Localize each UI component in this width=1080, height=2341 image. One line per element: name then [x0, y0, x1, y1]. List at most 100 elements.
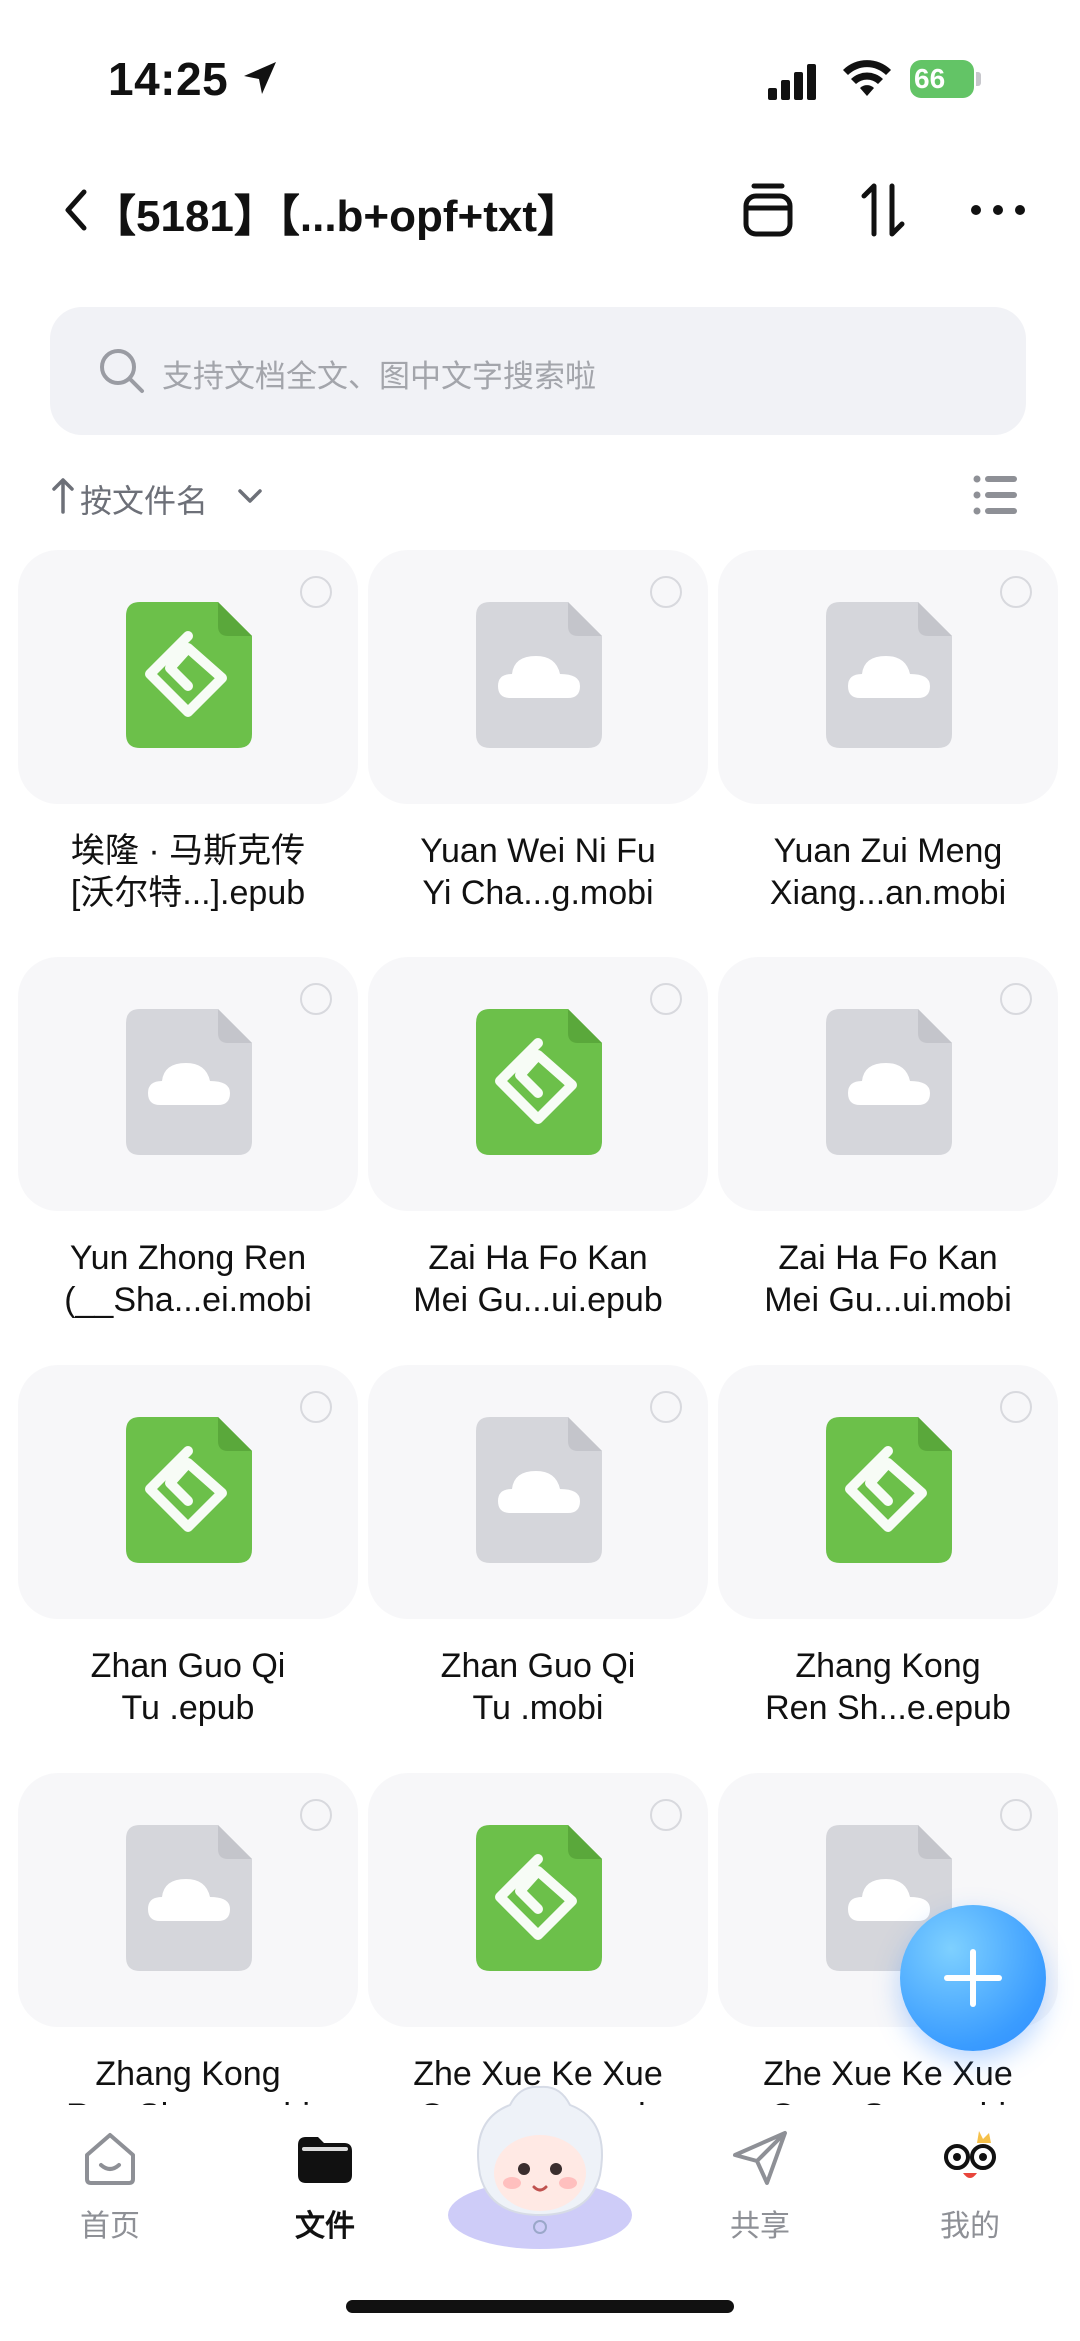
cloud-file-icon — [476, 1417, 602, 1563]
file-card[interactable] — [18, 550, 358, 804]
folder-icon — [298, 2137, 352, 2183]
sort-by-label[interactable]: 按文件名 — [80, 476, 208, 522]
file-card[interactable] — [718, 550, 1058, 804]
file-name-line1: Zhan Guo Qi — [440, 1647, 636, 1685]
file-name-line1: Yuan Wei Ni Fu — [420, 832, 656, 870]
sort-order-icon[interactable] — [852, 178, 916, 242]
profile-icon — [944, 2131, 996, 2178]
file-name-line1: Zai Ha Fo Kan — [428, 1239, 648, 1277]
back-chevron-icon[interactable] — [56, 182, 96, 238]
cloud-file-icon — [826, 1009, 952, 1155]
chevron-down-icon[interactable] — [236, 484, 264, 508]
cellular-signal-icon — [768, 64, 816, 100]
file-card[interactable] — [368, 1773, 708, 2027]
file-name: Zhan Guo Qi Tu .epub — [8, 1645, 368, 1729]
epub-file-icon — [476, 1009, 602, 1155]
arrow-up-icon[interactable] — [50, 476, 76, 516]
file-card[interactable] — [368, 957, 708, 1211]
file-name: Yuan Wei Ni Fu Yi Cha...g.mobi — [358, 830, 718, 914]
battery-indicator: 66 — [910, 60, 982, 98]
battery-percent: 66 — [914, 63, 946, 94]
search-bar[interactable]: 支持文档全文、图中文字搜索啦 — [50, 307, 1026, 435]
file-name: Zhang Kong Ren Sh...e.epub — [708, 1645, 1068, 1729]
search-icon — [100, 349, 144, 393]
file-card[interactable] — [18, 1365, 358, 1619]
more-options-icon[interactable] — [966, 178, 1030, 242]
select-radio[interactable] — [300, 1391, 332, 1423]
file-name-line1: Zhang Kong — [795, 1647, 981, 1685]
file-name: Zai Ha Fo Kan Mei Gu...ui.mobi — [708, 1237, 1068, 1321]
file-name-line2: Xiang...an.mobi — [769, 874, 1007, 912]
file-name: 埃隆 · 马斯克传 [沃尔特...].epub — [8, 830, 368, 914]
epub-file-icon — [826, 1417, 952, 1563]
archive-box-icon[interactable] — [736, 178, 800, 242]
plus-icon — [944, 1949, 1002, 2007]
file-name-line1: 埃隆 · 马斯克传 — [70, 832, 306, 870]
home-icon — [85, 2133, 135, 2185]
file-card[interactable] — [718, 957, 1058, 1211]
home-indicator — [346, 2300, 734, 2313]
cloud-file-icon — [126, 1825, 252, 1971]
file-name: Zhan Guo Qi Tu .mobi — [358, 1645, 718, 1729]
select-radio[interactable] — [650, 576, 682, 608]
nav-label-profile: 我的 — [940, 2210, 1000, 2243]
page-title: 【5181】【...b+opf+txt】 — [92, 192, 582, 241]
select-radio[interactable] — [1000, 1391, 1032, 1423]
sort-row: 按文件名 — [50, 470, 1030, 526]
nav-item-home[interactable]: 首页 — [40, 2125, 180, 2255]
select-radio[interactable] — [650, 1391, 682, 1423]
select-radio[interactable] — [650, 983, 682, 1015]
file-card[interactable] — [368, 1365, 708, 1619]
nav-item-files[interactable]: 文件 — [255, 2125, 395, 2255]
file-name-line2: (__Sha...ei.mobi — [64, 1281, 312, 1319]
select-radio[interactable] — [1000, 576, 1032, 608]
file-name-line1: Zhang Kong — [95, 2055, 281, 2093]
select-radio[interactable] — [1000, 983, 1032, 1015]
file-name-line2: [沃尔特...].epub — [70, 874, 306, 912]
file-name-line1: Yun Zhong Ren — [69, 1239, 307, 1277]
epub-file-icon — [126, 602, 252, 748]
file-name: Zai Ha Fo Kan Mei Gu...ui.epub — [358, 1237, 718, 1321]
epub-file-icon — [476, 1825, 602, 1971]
file-name-line2: Mei Gu...ui.mobi — [764, 1281, 1012, 1319]
select-radio[interactable] — [300, 983, 332, 1015]
nav-label-share: 共享 — [730, 2210, 790, 2243]
file-card[interactable] — [18, 957, 358, 1211]
epub-file-icon — [126, 1417, 252, 1563]
cloud-file-icon — [126, 1009, 252, 1155]
mascot-icon[interactable] — [440, 2065, 640, 2255]
title-bar: 【5181】【...b+opf+txt】 — [0, 160, 1080, 260]
status-bar: 14:25 66 — [0, 0, 1080, 150]
select-radio[interactable] — [650, 1799, 682, 1831]
status-time: 14:25 — [108, 53, 229, 105]
select-radio[interactable] — [300, 1799, 332, 1831]
send-icon — [733, 2131, 787, 2185]
file-name-line2: Ren Sh...e.epub — [765, 1689, 1011, 1727]
list-view-icon[interactable] — [972, 474, 1018, 516]
file-card[interactable] — [18, 1773, 358, 2027]
nav-label-home: 首页 — [80, 2210, 140, 2243]
nav-item-share[interactable]: 共享 — [690, 2125, 830, 2255]
file-name: Yun Zhong Ren (__Sha...ei.mobi — [8, 1237, 368, 1321]
file-card[interactable] — [368, 550, 708, 804]
file-name-line1: Zhan Guo Qi — [90, 1647, 286, 1685]
cloud-file-icon — [826, 602, 952, 748]
file-name-line2: Mei Gu...ui.epub — [413, 1281, 663, 1319]
file-name-line1: Yuan Zui Meng — [773, 832, 1003, 870]
location-arrow-icon — [244, 62, 276, 94]
select-radio[interactable] — [300, 576, 332, 608]
wifi-icon — [843, 60, 891, 96]
nav-label-files: 文件 — [295, 2210, 355, 2243]
select-radio[interactable] — [1000, 1799, 1032, 1831]
file-name: Yuan Zui Meng Xiang...an.mobi — [708, 830, 1068, 914]
file-name-line1: Zhe Xue Ke Xue — [763, 2055, 1013, 2093]
nav-item-profile[interactable]: 我的 — [900, 2125, 1040, 2255]
file-card[interactable] — [718, 1365, 1058, 1619]
search-input[interactable]: 支持文档全文、图中文字搜索啦 — [162, 351, 596, 396]
file-name-line2: Tu .epub — [121, 1689, 255, 1727]
cloud-file-icon — [476, 602, 602, 748]
add-button[interactable] — [900, 1905, 1046, 2051]
file-name-line1: Zai Ha Fo Kan — [778, 1239, 998, 1277]
file-name-line2: Tu .mobi — [472, 1689, 604, 1727]
file-name-line2: Yi Cha...g.mobi — [422, 874, 654, 912]
